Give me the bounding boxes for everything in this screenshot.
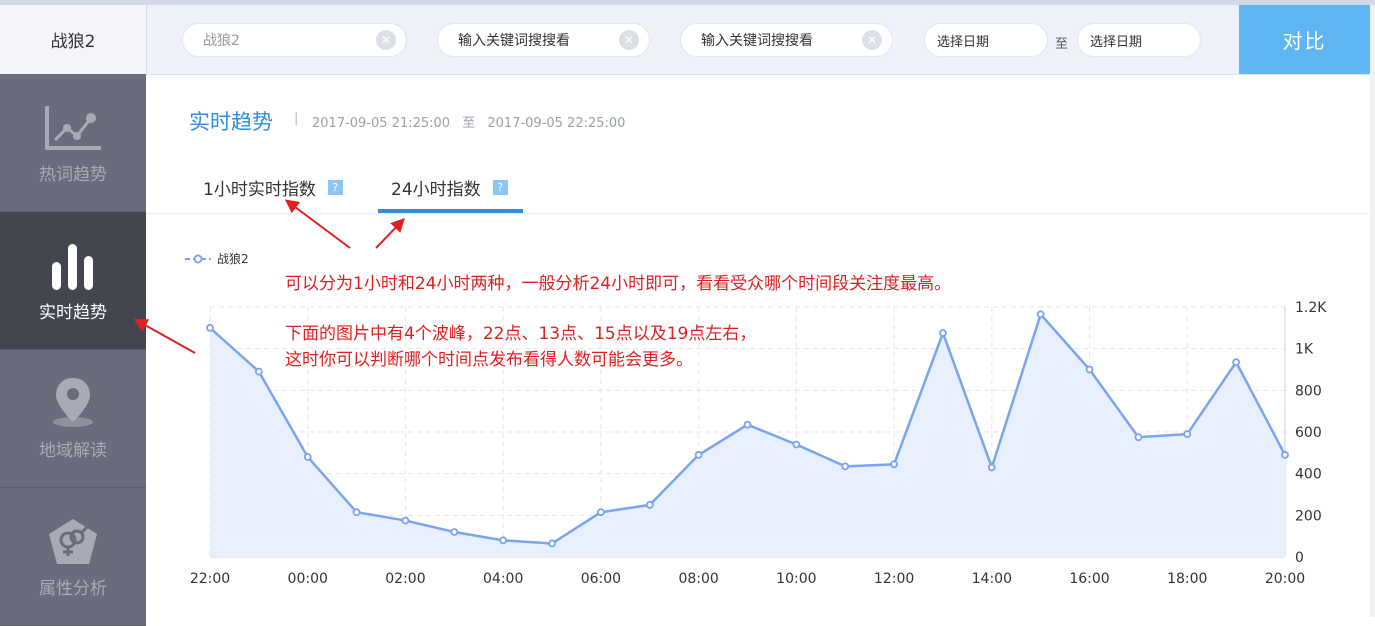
annotation-peaks-line-1: 下面的图片中有4个波峰，22点、13点、15点以及19点左右， <box>285 324 757 344</box>
annotation-peaks-note: 下面的图片中有4个波峰，22点、13点、15点以及19点左右， 这时你可以判断哪… <box>285 321 756 373</box>
arrow-to-realtime-sidebar <box>133 318 196 354</box>
arrow-to-1hour-tab <box>284 199 351 249</box>
annotation-tabs-note: 可以分为1小时和24小时两种，一般分析24小时即可，看看受众哪个时间段关注度最高… <box>285 274 952 294</box>
annotation-peaks-line-2: 这时你可以判断哪个时间点发布看得人数可能会更多。 <box>285 350 693 370</box>
arrow-to-24hour-tab <box>375 217 405 249</box>
annotation-arrows <box>133 199 405 354</box>
